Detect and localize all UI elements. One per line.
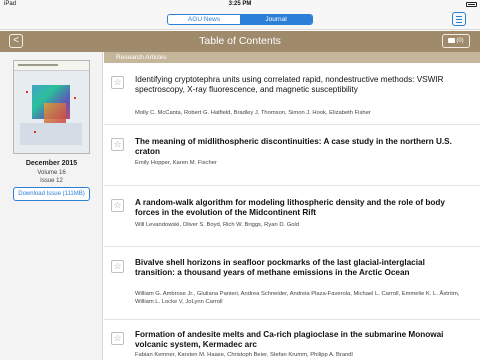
top-nav-bar: AGU News Journal bbox=[0, 10, 480, 30]
article-title[interactable]: A random-walk algorithm for modeling lit… bbox=[135, 198, 465, 218]
article-row[interactable]: ☆ The meaning of midlithospheric discont… bbox=[104, 125, 480, 186]
downloads-button[interactable]: (0) bbox=[442, 34, 470, 48]
star-icon[interactable]: ☆ bbox=[111, 260, 124, 273]
issue-date: December 2015 bbox=[25, 160, 78, 167]
article-authors: Will Levandowski, Oliver S. Boyd, Rich W… bbox=[135, 222, 299, 228]
star-icon[interactable]: ☆ bbox=[111, 332, 124, 345]
cover-header bbox=[14, 61, 89, 71]
segment-agu-news[interactable]: AGU News bbox=[168, 15, 240, 24]
issue-panel: December 2015 Volume 16 Issue 12 Downloa… bbox=[0, 52, 103, 360]
article-title[interactable]: The meaning of midlithospheric discontin… bbox=[135, 137, 465, 157]
article-row[interactable]: ☆ A random-walk algorithm for modeling l… bbox=[104, 186, 480, 247]
journal-cover-image[interactable] bbox=[13, 60, 90, 154]
star-icon[interactable]: ☆ bbox=[111, 138, 124, 151]
status-time: 3:25 PM bbox=[228, 1, 252, 7]
article-authors: William G. Ambrose Jr., Giuliana Panieri… bbox=[135, 291, 460, 305]
section-header: Research Articles bbox=[104, 52, 480, 63]
article-row[interactable]: ☆ Identifying cryptotephra units using c… bbox=[104, 63, 480, 125]
article-row[interactable]: ☆ Formation of andesite melts and Ca-ric… bbox=[104, 320, 480, 360]
article-title[interactable]: Formation of andesite melts and Ca-rich … bbox=[135, 330, 465, 350]
issue-number: Issue 12 bbox=[40, 178, 63, 184]
article-authors: Molly C. McCanta, Robert G. Hatfield, Br… bbox=[135, 110, 371, 116]
download-count: (0) bbox=[456, 38, 464, 44]
article-title[interactable]: Bivalve shell horizons in seafloor pockm… bbox=[135, 258, 465, 278]
star-icon[interactable]: ☆ bbox=[111, 76, 124, 89]
news-journal-segmented-control: AGU News Journal bbox=[167, 14, 313, 25]
download-tray-icon bbox=[448, 37, 456, 43]
article-authors: Fabian Kemner, Karsten M. Haase, Christo… bbox=[135, 352, 353, 358]
title-bar: < Table of Contents (0) bbox=[0, 31, 480, 52]
battery-icon bbox=[466, 2, 477, 7]
issue-volume: Volume 16 bbox=[37, 170, 66, 176]
status-bar: iPad 3:25 PM bbox=[0, 0, 480, 10]
article-authors: Emily Hopper, Karen M. Fischer bbox=[135, 160, 217, 166]
articles-list: Research Articles ☆ Identifying cryptote… bbox=[104, 52, 480, 360]
article-row[interactable]: ☆ Bivalve shell horizons in seafloor poc… bbox=[104, 247, 480, 320]
hamburger-icon[interactable] bbox=[452, 12, 466, 26]
segment-journal[interactable]: Journal bbox=[240, 15, 312, 24]
download-issue-button[interactable]: Download Issue (111MB) bbox=[13, 187, 90, 201]
app-root: iPad 3:25 PM AGU News Journal < Table of… bbox=[0, 0, 480, 360]
article-title[interactable]: Identifying cryptotephra units using cor… bbox=[135, 75, 465, 95]
star-icon[interactable]: ☆ bbox=[111, 199, 124, 212]
page-title: Table of Contents bbox=[199, 35, 281, 47]
